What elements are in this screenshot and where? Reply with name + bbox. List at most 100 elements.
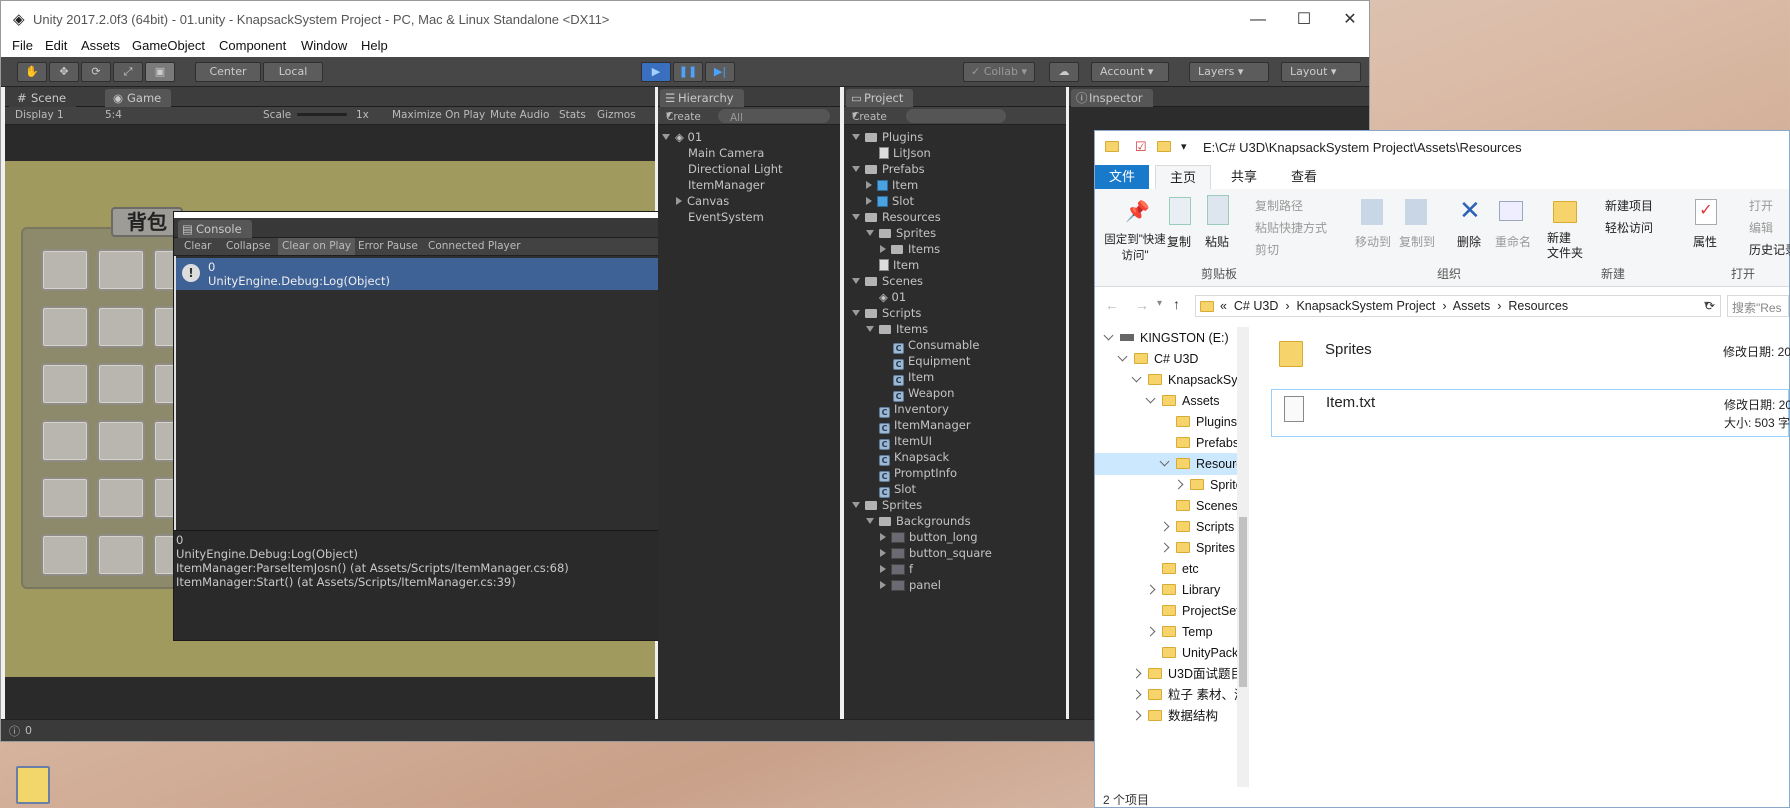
maximize-button[interactable]: ☐	[1281, 5, 1327, 35]
nav-item[interactable]: Library	[1095, 579, 1237, 601]
project-item[interactable]: Items	[880, 241, 940, 257]
edit-button[interactable]: 编辑	[1749, 219, 1773, 236]
search-box[interactable]: 搜索"Res	[1727, 295, 1789, 317]
project-search-input[interactable]	[906, 109, 1006, 123]
hierarchy-create-button[interactable]: Create ▾	[666, 109, 701, 123]
menu-edit[interactable]: Edit	[45, 38, 67, 53]
expand-chevron-icon[interactable]	[1173, 479, 1184, 490]
project-item[interactable]: Item	[866, 177, 918, 193]
nav-item[interactable]: Scenes	[1095, 495, 1237, 517]
file-row-selected[interactable]: Item.txt 修改日期: 2018/ 大小: 503 字节	[1271, 389, 1790, 437]
forward-button[interactable]: →	[1135, 297, 1149, 313]
project-item[interactable]: C Equipment	[880, 353, 970, 370]
expand-chevron-icon[interactable]	[1159, 521, 1170, 532]
inventory-slot[interactable]	[41, 363, 89, 405]
expand-chevron-icon[interactable]	[1159, 456, 1170, 467]
scale-tool-icon[interactable]: ⤢	[113, 62, 143, 82]
menu-assets[interactable]: Assets	[81, 38, 120, 53]
nav-item[interactable]: UnityPacka	[1095, 642, 1237, 664]
pause-button[interactable]: ❚❚	[673, 62, 703, 82]
expand-chevron-icon[interactable]	[1103, 330, 1114, 341]
display-dropdown[interactable]: Display 1	[15, 109, 64, 121]
menu-component[interactable]: Component	[219, 38, 286, 53]
project-item[interactable]: Slot	[866, 193, 914, 209]
cut-button[interactable]: 剪切	[1255, 241, 1279, 258]
gizmos-dropdown[interactable]: Gizmos	[597, 109, 636, 121]
tab-inspector[interactable]: ⓘ Inspector	[1071, 89, 1153, 107]
menu-help[interactable]: Help	[361, 38, 388, 53]
project-item[interactable]: Items	[866, 321, 928, 337]
clear-on-play-toggle[interactable]: Clear on Play	[278, 238, 356, 255]
easy-access-dropdown[interactable]: 轻松访问	[1605, 219, 1653, 236]
rotate-tool-icon[interactable]: ⟳	[81, 62, 111, 82]
project-item[interactable]: C Item	[880, 369, 934, 386]
nav-item[interactable]: Prefabs	[1095, 432, 1237, 454]
tab-console[interactable]: ▤ Console	[178, 220, 252, 238]
project-item[interactable]: button_long	[880, 529, 978, 545]
inventory-slot[interactable]	[97, 363, 145, 405]
maximize-on-play-toggle[interactable]: Maximize On Play	[392, 109, 485, 121]
hierarchy-search-input[interactable]: All	[718, 109, 830, 124]
stats-toggle[interactable]: Stats	[559, 109, 586, 121]
paste-button[interactable]: 粘贴	[1205, 233, 1229, 250]
expand-chevron-icon[interactable]	[1159, 542, 1170, 553]
project-item[interactable]: f	[880, 561, 913, 577]
project-item[interactable]: C ItemManager	[866, 417, 971, 434]
layout-dropdown[interactable]: Layout ▾	[1281, 62, 1361, 82]
collapse-toggle[interactable]: Collapse	[226, 240, 271, 252]
account-dropdown[interactable]: Account ▾	[1091, 62, 1169, 82]
crumb[interactable]: KnapsackSystem Project	[1296, 299, 1435, 313]
refresh-button[interactable]: ⟳	[1705, 299, 1715, 313]
project-item[interactable]: panel	[880, 577, 941, 593]
project-item[interactable]: C Consumable	[880, 337, 979, 354]
expand-chevron-icon[interactable]	[1145, 393, 1156, 404]
inventory-slot[interactable]	[97, 477, 145, 519]
close-button[interactable]: ✕	[1327, 5, 1373, 35]
inventory-slot[interactable]	[97, 249, 145, 291]
move-tool-icon[interactable]: ✥	[49, 62, 79, 82]
nav-item[interactable]: 粒子 素材、源	[1095, 684, 1237, 706]
mute-audio-toggle[interactable]: Mute Audio	[490, 109, 549, 121]
rect-tool-icon[interactable]: ▣	[145, 62, 175, 82]
project-item[interactable]: Sprites	[852, 497, 922, 513]
tab-hierarchy[interactable]: ☰ Hierarchy	[660, 89, 744, 107]
inventory-slot[interactable]	[97, 306, 145, 348]
project-item[interactable]: LitJson	[866, 145, 931, 161]
nav-item[interactable]: Resource	[1095, 453, 1237, 475]
properties-button[interactable]: 属性	[1693, 233, 1717, 250]
expand-chevron-icon[interactable]	[1117, 351, 1128, 362]
project-item[interactable]: Scenes	[852, 273, 923, 289]
expand-chevron-icon[interactable]	[1145, 584, 1156, 595]
inventory-slot[interactable]	[41, 420, 89, 462]
delete-button[interactable]: 删除	[1457, 233, 1481, 250]
project-item[interactable]: Item	[866, 257, 919, 273]
inventory-slot[interactable]	[41, 534, 89, 576]
clear-button[interactable]: Clear	[184, 240, 211, 252]
nav-item[interactable]: Temp	[1095, 621, 1237, 643]
copy-button[interactable]: 复制	[1167, 233, 1191, 250]
project-item[interactable]: C Weapon	[880, 385, 954, 402]
crumb[interactable]: Assets	[1453, 299, 1491, 313]
menu-gameobject[interactable]: GameObject	[132, 38, 205, 53]
nav-item[interactable]: KINGSTON (E:)	[1095, 327, 1237, 349]
pivot-center-button[interactable]: Center	[195, 62, 261, 82]
quick-access-dropdown-icon[interactable]: ▾	[1181, 140, 1187, 153]
expand-chevron-icon[interactable]	[1131, 668, 1142, 679]
nav-item[interactable]: Scripts	[1095, 516, 1237, 538]
project-item[interactable]: C Knapsack	[866, 449, 949, 466]
step-button[interactable]: ▶|	[705, 62, 735, 82]
hierarchy-item[interactable]: ItemManager	[688, 177, 765, 193]
project-create-button[interactable]: Create ▾	[852, 109, 887, 123]
nav-item[interactable]: Sprites	[1095, 537, 1237, 559]
ribbon-tab-share[interactable]: 共享	[1217, 165, 1271, 189]
open-button[interactable]: 打开	[1749, 197, 1773, 214]
properties-quick-icon[interactable]: ☑	[1135, 139, 1147, 155]
project-item[interactable]: button_square	[880, 545, 992, 561]
tab-game[interactable]: ◉ Game	[105, 89, 172, 107]
nav-item[interactable]: Plugins	[1095, 411, 1237, 433]
status-info-icon[interactable]: ⓘ	[9, 723, 20, 739]
recent-dropdown[interactable]: ▾	[1157, 298, 1162, 309]
ribbon-tab-view[interactable]: 查看	[1277, 165, 1331, 189]
pin-quick-access-button[interactable]: 固定到"快速访问"	[1103, 231, 1167, 263]
hierarchy-item[interactable]: Main Camera	[688, 145, 764, 161]
